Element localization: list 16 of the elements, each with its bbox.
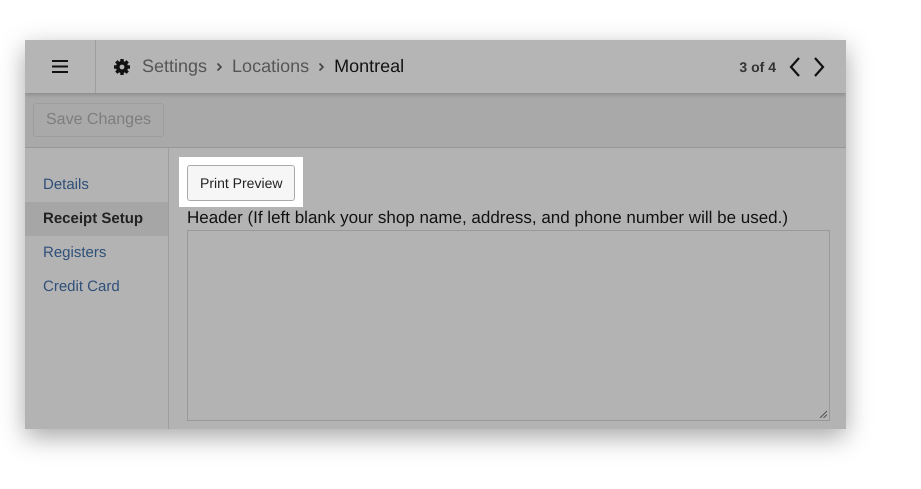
page-counter: 3 of 4 <box>739 58 776 74</box>
next-icon[interactable] <box>812 56 826 78</box>
field-label: Header (If left blank your shop name, address, and phone number will be used.) <box>187 208 790 228</box>
menu-icon[interactable] <box>52 60 68 73</box>
settings-icon <box>113 58 131 76</box>
breadcrumb-link[interactable]: Locations <box>232 56 310 77</box>
chevron-icon <box>216 62 224 72</box>
previous-icon[interactable] <box>788 56 802 78</box>
print-preview-button[interactable]: Print Preview <box>187 165 296 201</box>
breadcrumb-link[interactable]: Settings <box>142 56 208 77</box>
sidebar-item[interactable]: Details <box>25 168 168 202</box>
sidebar-item[interactable]: Credit Card <box>25 270 168 304</box>
chevron-icon <box>318 62 326 72</box>
resize-grip-icon <box>819 410 827 418</box>
sidebar-item[interactable]: Receipt Setup <box>25 202 168 236</box>
sidebar-item[interactable]: Registers <box>25 236 168 270</box>
